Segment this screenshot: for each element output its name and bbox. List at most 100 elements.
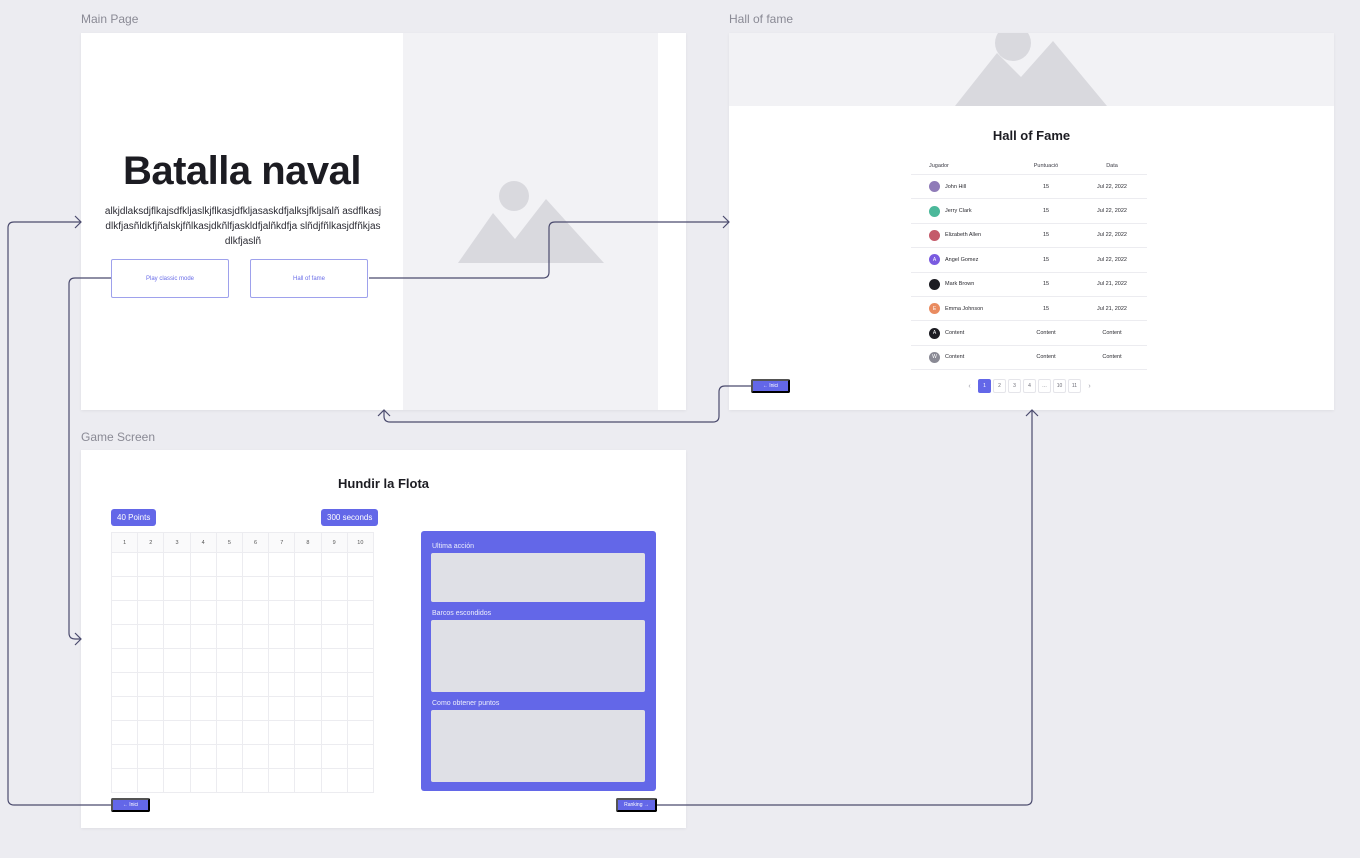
- board-cell[interactable]: [137, 624, 165, 649]
- board-cell[interactable]: [110, 720, 139, 745]
- board-cell[interactable]: [110, 576, 139, 601]
- board-cell[interactable]: [346, 624, 375, 649]
- board-cell[interactable]: [137, 744, 165, 769]
- board-cell[interactable]: [346, 720, 375, 745]
- board-cell[interactable]: [110, 672, 139, 697]
- board-cell[interactable]: [268, 672, 296, 697]
- board-cell[interactable]: [215, 720, 243, 745]
- board-cell[interactable]: [346, 672, 375, 697]
- board-cell[interactable]: [110, 648, 139, 673]
- board-cell[interactable]: [110, 552, 139, 577]
- board-cell[interactable]: [294, 696, 322, 721]
- board-cell[interactable]: [268, 720, 296, 745]
- page-7-button[interactable]: 11: [1068, 379, 1081, 393]
- ranking-button[interactable]: Ranking →: [616, 798, 657, 812]
- board-cell[interactable]: [163, 720, 191, 745]
- board-cell[interactable]: [215, 768, 243, 793]
- board-cell[interactable]: [215, 624, 243, 649]
- board-cell[interactable]: [241, 720, 270, 745]
- board-cell[interactable]: [320, 552, 348, 577]
- page-5-button[interactable]: …: [1038, 379, 1051, 393]
- page-2-button[interactable]: 2: [993, 379, 1006, 393]
- board-cell[interactable]: [268, 696, 296, 721]
- board-cell[interactable]: [137, 696, 165, 721]
- board-cell[interactable]: [189, 672, 217, 697]
- board-cell[interactable]: [320, 600, 348, 625]
- board-cell[interactable]: [320, 744, 348, 769]
- board-cell[interactable]: [215, 696, 243, 721]
- board-cell[interactable]: [163, 696, 191, 721]
- board-cell[interactable]: [189, 768, 217, 793]
- board-cell[interactable]: [346, 648, 375, 673]
- board-cell[interactable]: [163, 672, 191, 697]
- board-cell[interactable]: [320, 720, 348, 745]
- board-cell[interactable]: [163, 744, 191, 769]
- board-cell[interactable]: [294, 624, 322, 649]
- board-cell[interactable]: [137, 672, 165, 697]
- board-cell[interactable]: [268, 648, 296, 673]
- hall-of-fame-button[interactable]: Hall of fame: [250, 259, 368, 298]
- board-cell[interactable]: [294, 552, 322, 577]
- board-cell[interactable]: [189, 552, 217, 577]
- board-cell[interactable]: [320, 648, 348, 673]
- board-cell[interactable]: [189, 744, 217, 769]
- page-6-button[interactable]: 10: [1053, 379, 1066, 393]
- hall-inici-button[interactable]: ← Inici: [751, 379, 790, 393]
- play-classic-mode-button[interactable]: Play classic mode: [111, 259, 229, 298]
- board-cell[interactable]: [268, 600, 296, 625]
- board-cell[interactable]: [110, 744, 139, 769]
- board-cell[interactable]: [294, 720, 322, 745]
- board-cell[interactable]: [294, 744, 322, 769]
- board-cell[interactable]: [137, 720, 165, 745]
- chevron-left-icon[interactable]: ‹: [963, 379, 976, 393]
- board-cell[interactable]: [241, 768, 270, 793]
- board-cell[interactable]: [294, 672, 322, 697]
- board-cell[interactable]: [241, 672, 270, 697]
- board-cell[interactable]: [163, 552, 191, 577]
- board-cell[interactable]: [215, 600, 243, 625]
- board-cell[interactable]: [163, 624, 191, 649]
- board-cell[interactable]: [346, 576, 375, 601]
- board-cell[interactable]: [137, 552, 165, 577]
- board-cell[interactable]: [137, 600, 165, 625]
- board-cell[interactable]: [189, 600, 217, 625]
- board-cell[interactable]: [110, 624, 139, 649]
- board-cell[interactable]: [215, 744, 243, 769]
- board-cell[interactable]: [137, 648, 165, 673]
- board-cell[interactable]: [320, 696, 348, 721]
- board-cell[interactable]: [163, 768, 191, 793]
- board-cell[interactable]: [137, 576, 165, 601]
- board-cell[interactable]: [346, 552, 375, 577]
- board-cell[interactable]: [110, 600, 139, 625]
- board-cell[interactable]: [268, 744, 296, 769]
- board-cell[interactable]: [189, 696, 217, 721]
- board-cell[interactable]: [320, 672, 348, 697]
- board-cell[interactable]: [110, 768, 139, 793]
- board-cell[interactable]: [268, 624, 296, 649]
- board-cell[interactable]: [346, 696, 375, 721]
- board-cell[interactable]: [241, 624, 270, 649]
- board-cell[interactable]: [215, 672, 243, 697]
- board-cell[interactable]: [163, 576, 191, 601]
- board-cell[interactable]: [346, 600, 375, 625]
- board-cell[interactable]: [241, 600, 270, 625]
- board-cell[interactable]: [268, 552, 296, 577]
- board-cell[interactable]: [189, 648, 217, 673]
- board-cell[interactable]: [268, 576, 296, 601]
- board-cell[interactable]: [346, 744, 375, 769]
- board-cell[interactable]: [189, 576, 217, 601]
- board-cell[interactable]: [320, 624, 348, 649]
- board-cell[interactable]: [189, 720, 217, 745]
- board-cell[interactable]: [163, 600, 191, 625]
- board-cell[interactable]: [215, 576, 243, 601]
- board-cell[interactable]: [320, 576, 348, 601]
- board-cell[interactable]: [241, 648, 270, 673]
- page-4-button[interactable]: 4: [1023, 379, 1036, 393]
- board-cell[interactable]: [294, 648, 322, 673]
- board-cell[interactable]: [189, 624, 217, 649]
- page-1-button[interactable]: 1: [978, 379, 991, 393]
- chevron-right-icon[interactable]: ›: [1083, 379, 1096, 393]
- board-cell[interactable]: [346, 768, 375, 793]
- board-cell[interactable]: [241, 576, 270, 601]
- game-inici-button[interactable]: ← Inici: [111, 798, 150, 812]
